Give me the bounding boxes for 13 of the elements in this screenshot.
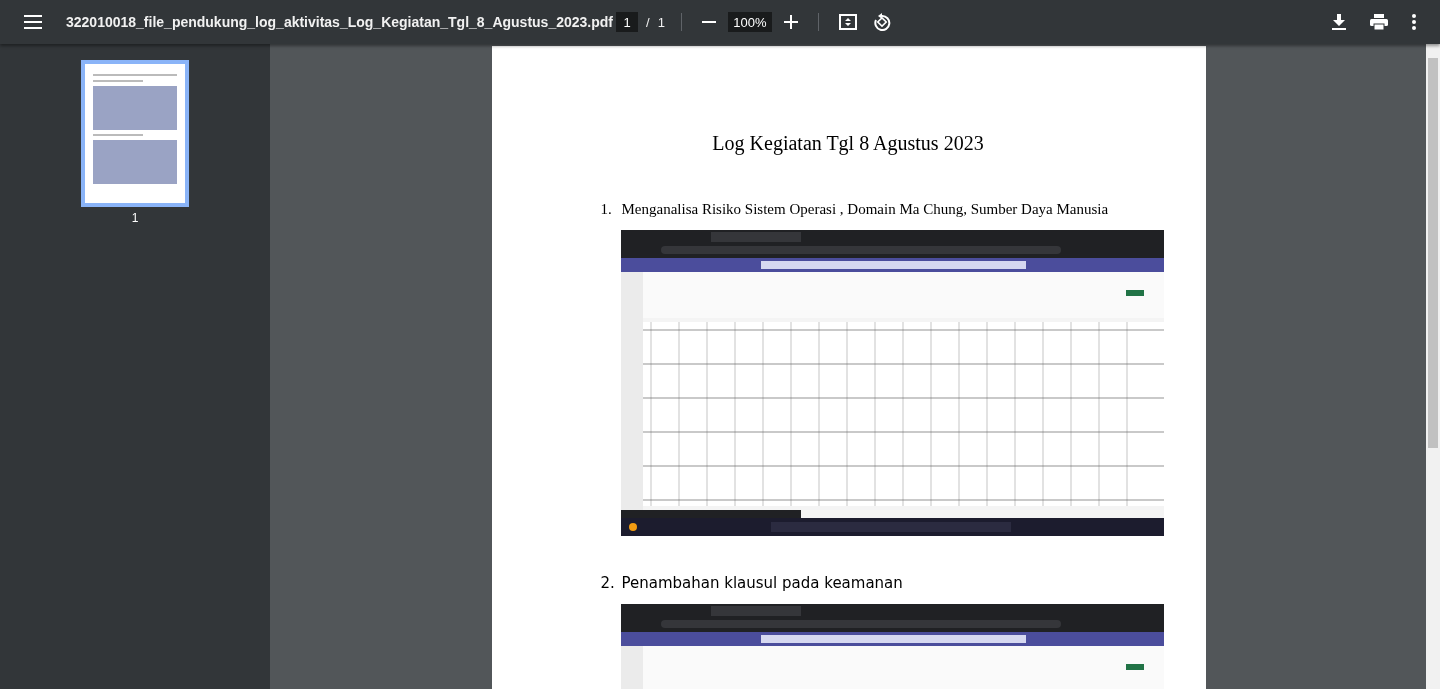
thumbnail-label: 1 xyxy=(131,211,139,225)
document-title: Log Kegiatan Tgl 8 Agustus 2023 xyxy=(711,132,985,155)
page-thumbnail[interactable] xyxy=(81,60,189,207)
scrollbar[interactable] xyxy=(1426,44,1440,689)
list-item-text: Menganalisa Risiko Sistem Operasi , Domain Ma Chung, Sumber Daya Manusia xyxy=(621,201,1109,218)
page-number-field[interactable]: 1 xyxy=(616,12,638,32)
list-number: 2. xyxy=(600,574,612,592)
list-number: 1. xyxy=(600,201,612,218)
file-name: 322010018_file_pendukung_log_aktivitas_Log_Kegiatan_Tgl_8_Agustus_2023.pdf xyxy=(66,14,613,30)
zoom-field[interactable]: 100% xyxy=(727,12,772,32)
list-item-text: Penambahan klausul pada keamanan xyxy=(621,574,903,592)
page-separator: / xyxy=(646,14,650,30)
page-count: 1 xyxy=(657,14,665,30)
